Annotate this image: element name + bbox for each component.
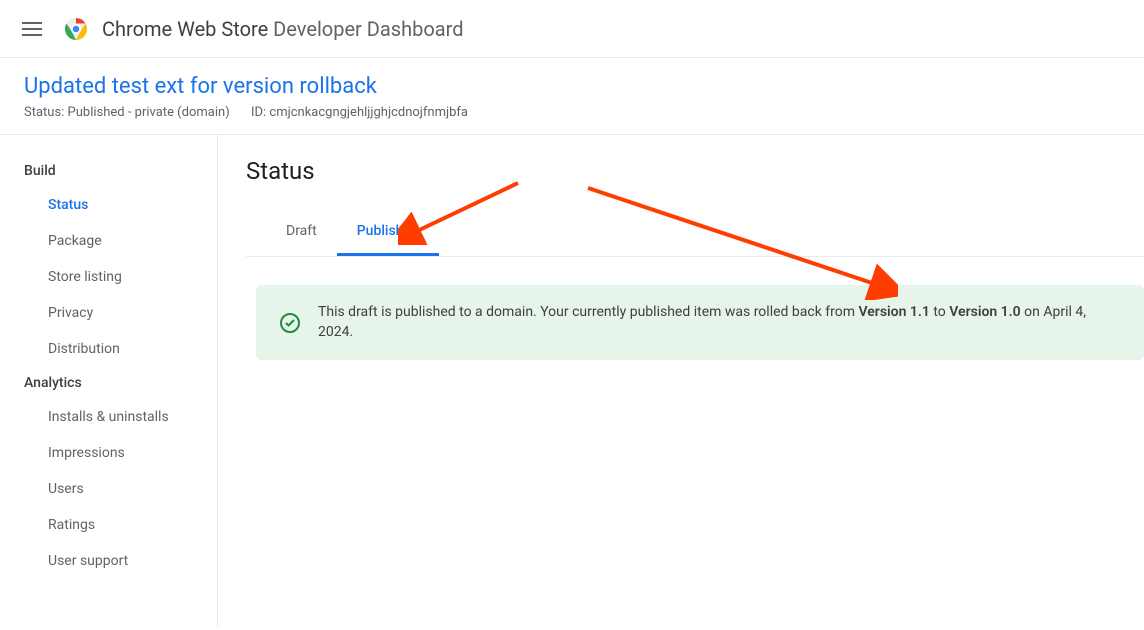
topbar: Chrome Web Store Developer Dashboard	[0, 0, 1144, 58]
notice-version-to: Version 1.0	[949, 304, 1020, 320]
notice-pre: This draft is published to a domain. You…	[318, 304, 858, 320]
tabs: Draft Published	[246, 209, 1144, 257]
extension-meta: Status: Published - private (domain) ID:…	[24, 105, 1120, 120]
menu-icon[interactable]	[20, 17, 44, 41]
page-title: Status	[246, 157, 1144, 185]
brand-title: Chrome Web Store Developer Dashboard	[102, 17, 464, 41]
sidebar-item-ratings[interactable]: Ratings	[0, 507, 217, 543]
tab-published[interactable]: Published	[337, 209, 439, 256]
sidebar-item-package[interactable]: Package	[0, 223, 217, 259]
tab-draft[interactable]: Draft	[266, 209, 337, 256]
status-notice: This draft is published to a domain. You…	[256, 285, 1144, 360]
notice-text: This draft is published to a domain. You…	[318, 303, 1120, 342]
subheader: Updated test ext for version rollback St…	[0, 58, 1144, 135]
sidebar-item-installs[interactable]: Installs & uninstalls	[0, 399, 217, 435]
extension-title[interactable]: Updated test ext for version rollback	[24, 74, 1120, 99]
sidebar-item-users[interactable]: Users	[0, 471, 217, 507]
notice-version-from: Version 1.1	[858, 304, 929, 320]
check-circle-icon	[280, 313, 300, 333]
sidebar-section-analytics: Analytics	[0, 367, 217, 399]
chrome-logo-icon	[64, 17, 88, 41]
sidebar-item-impressions[interactable]: Impressions	[0, 435, 217, 471]
sidebar-item-privacy[interactable]: Privacy	[0, 295, 217, 331]
sidebar-item-distribution[interactable]: Distribution	[0, 331, 217, 367]
status-label: Status: Published - private (domain)	[24, 105, 230, 120]
sidebar-item-status[interactable]: Status	[0, 187, 217, 223]
sidebar-item-user-support[interactable]: User support	[0, 543, 217, 579]
brand-strong: Chrome Web Store	[102, 17, 268, 41]
notice-mid: to	[930, 304, 949, 320]
content: Status Draft Published This draft is pub…	[218, 135, 1144, 627]
sidebar: Build Status Package Store listing Priva…	[0, 135, 218, 627]
sidebar-item-store-listing[interactable]: Store listing	[0, 259, 217, 295]
id-label: ID: cmjcnkacgngjehljjghjcdnojfnmjbfa	[251, 105, 468, 120]
sidebar-section-build: Build	[0, 155, 217, 187]
brand-light: Developer Dashboard	[273, 17, 463, 41]
